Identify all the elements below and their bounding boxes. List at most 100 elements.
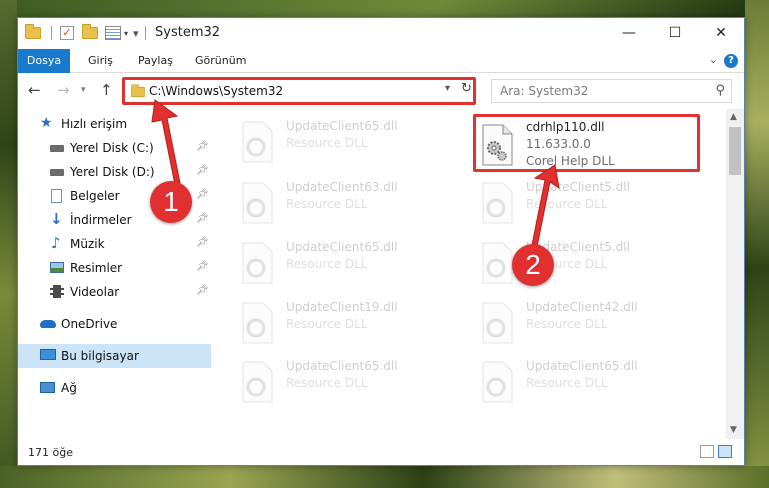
- customize-toolbar-icon[interactable]: ▾: [133, 27, 139, 40]
- sidebar-item-pictures[interactable]: Resimler 📌︎: [18, 256, 211, 280]
- pin-icon[interactable]: 📌︎: [196, 165, 209, 176]
- chevron-down-icon[interactable]: ▾: [124, 29, 128, 38]
- callout-step-1: 1: [150, 181, 192, 223]
- navigation-bar: ← → ▾ ↑ C:\Windows\System32 ▾ ↻ Ara: Sys…: [18, 73, 744, 109]
- pictures-icon: [50, 262, 64, 273]
- computer-icon: [40, 349, 56, 360]
- file-item[interactable]: UpdateClient19.dll Resource DLL: [236, 296, 466, 348]
- file-name: UpdateClient65.dll: [286, 359, 398, 373]
- help-icon[interactable]: ?: [724, 54, 738, 68]
- pin-icon[interactable]: 📌︎: [196, 261, 209, 272]
- back-arrow-icon[interactable]: ←: [28, 81, 41, 99]
- tab-home[interactable]: Giriş: [74, 49, 127, 73]
- expand-ribbon-icon[interactable]: ⌄: [709, 53, 718, 66]
- sidebar-item-local-disk-c[interactable]: Yerel Disk (C:) 📌︎: [18, 136, 211, 160]
- item-count: 171 öğe: [28, 446, 73, 459]
- pin-icon[interactable]: 📌︎: [196, 237, 209, 248]
- status-bar: 171 öğe: [18, 439, 744, 465]
- tab-share[interactable]: Paylaş: [124, 49, 187, 73]
- file-item[interactable]: UpdateClient5.dll Resource DLL: [476, 176, 706, 228]
- sidebar-item-network[interactable]: Ağ: [18, 376, 211, 400]
- dll-file-icon: [242, 182, 273, 224]
- sidebar-item-label: Ağ: [61, 381, 77, 395]
- file-description: Resource DLL: [286, 376, 368, 390]
- file-description: Resource DLL: [526, 317, 608, 331]
- toolbar-divider: [51, 26, 52, 40]
- properties-check-icon[interactable]: ✓: [60, 26, 74, 40]
- sidebar-item-this-pc[interactable]: Bu bilgisayar: [18, 344, 211, 368]
- sidebar-item-label: Videolar: [70, 285, 120, 299]
- dll-file-icon: [242, 242, 273, 284]
- file-item[interactable]: UpdateClient42.dll Resource DLL: [476, 296, 706, 348]
- toolbar-divider: [144, 26, 146, 40]
- file-item[interactable]: UpdateClient65.dll Resource DLL: [236, 236, 466, 288]
- recent-locations-icon[interactable]: ▾: [81, 85, 86, 95]
- navigation-pane: ★ Hızlı erişim Yerel Disk (C:) 📌︎ Yerel …: [18, 109, 211, 439]
- folder-icon[interactable]: [25, 24, 41, 39]
- large-icons-view-icon[interactable]: [718, 445, 732, 458]
- scroll-down-icon[interactable]: ▼: [730, 425, 737, 435]
- file-item[interactable]: UpdateClient65.dll Resource DLL: [236, 355, 466, 407]
- desktop-background-bottom: [0, 466, 769, 488]
- file-item[interactable]: UpdateClient63.dll Resource DLL: [236, 176, 466, 228]
- pin-icon[interactable]: 📌︎: [196, 141, 209, 152]
- file-description: Resource DLL: [526, 376, 608, 390]
- sidebar-item-quick-access[interactable]: ★ Hızlı erişim: [18, 112, 211, 136]
- file-item[interactable]: UpdateClient65.dll Resource DLL: [476, 355, 706, 407]
- file-item[interactable]: UpdateClient5.dll Resource DLL: [476, 236, 706, 288]
- file-name: UpdateClient65.dll: [526, 359, 638, 373]
- network-icon: [40, 382, 55, 393]
- sidebar-item-videos[interactable]: Videolar 📌︎: [18, 280, 211, 304]
- download-icon: ↓: [50, 210, 63, 228]
- address-bar-highlight: [122, 77, 476, 105]
- maximize-button[interactable]: ☐: [652, 18, 698, 49]
- tab-file[interactable]: Dosya: [18, 49, 70, 73]
- close-button[interactable]: ✕: [698, 18, 744, 49]
- sidebar-item-label: Belgeler: [70, 189, 120, 203]
- dll-file-icon: [482, 302, 513, 344]
- callout-step-2: 2: [512, 244, 554, 286]
- scroll-up-icon[interactable]: ▲: [730, 112, 737, 122]
- sidebar-item-music[interactable]: ♪ Müzik 📌︎: [18, 232, 211, 256]
- file-name: UpdateClient65.dll: [286, 240, 398, 254]
- file-item[interactable]: UpdateClient65.dll Resource DLL: [236, 115, 466, 167]
- file-description: Resource DLL: [286, 136, 368, 150]
- dll-file-icon: [482, 361, 513, 403]
- forward-arrow-icon[interactable]: →: [57, 81, 70, 99]
- quick-access-toolbar: ✓ ▾ ▾: [25, 24, 146, 42]
- star-icon: ★: [40, 115, 53, 131]
- videos-icon: [50, 285, 64, 298]
- vertical-scrollbar[interactable]: ▲ ▼: [726, 109, 744, 439]
- file-name: UpdateClient63.dll: [286, 180, 398, 194]
- minimize-button[interactable]: —: [606, 18, 652, 49]
- file-highlight-box: [473, 114, 700, 172]
- up-arrow-icon[interactable]: ↑: [100, 81, 113, 99]
- scrollbar-thumb[interactable]: [729, 127, 741, 175]
- file-description: Resource DLL: [526, 197, 608, 211]
- tab-view[interactable]: Görünüm: [181, 49, 260, 73]
- properties-icon[interactable]: [105, 26, 121, 40]
- sidebar-item-onedrive[interactable]: OneDrive: [18, 312, 211, 336]
- dll-file-icon: [482, 182, 513, 224]
- pin-icon[interactable]: 📌︎: [196, 189, 209, 200]
- sidebar-item-label: Yerel Disk (D:): [70, 165, 155, 179]
- search-placeholder: Ara: System32: [500, 84, 589, 98]
- desktop-background-left: [0, 0, 17, 488]
- search-input[interactable]: Ara: System32 ⚲: [491, 79, 732, 103]
- pin-icon[interactable]: 📌︎: [196, 285, 209, 296]
- sidebar-item-label: Yerel Disk (C:): [70, 141, 154, 155]
- music-icon: ♪: [51, 234, 61, 252]
- window-title: System32: [155, 25, 221, 40]
- file-description: Resource DLL: [286, 197, 368, 211]
- sidebar-item-label: Hızlı erişim: [61, 117, 128, 131]
- sidebar-item-label: Bu bilgisayar: [61, 349, 139, 363]
- details-view-icon[interactable]: [700, 445, 714, 458]
- sidebar-item-local-disk-d[interactable]: Yerel Disk (D:) 📌︎: [18, 160, 211, 184]
- cloud-icon: [40, 320, 56, 328]
- search-icon[interactable]: ⚲: [715, 83, 725, 98]
- explorer-window: ✓ ▾ ▾ System32 — ☐ ✕ Dosya Giriş Paylaş …: [17, 17, 745, 466]
- ribbon-tabs: Dosya Giriş Paylaş Görünüm ⌄ ?: [18, 49, 744, 73]
- pin-icon[interactable]: 📌︎: [196, 213, 209, 224]
- new-folder-icon[interactable]: [82, 24, 98, 39]
- dll-file-icon: [242, 302, 273, 344]
